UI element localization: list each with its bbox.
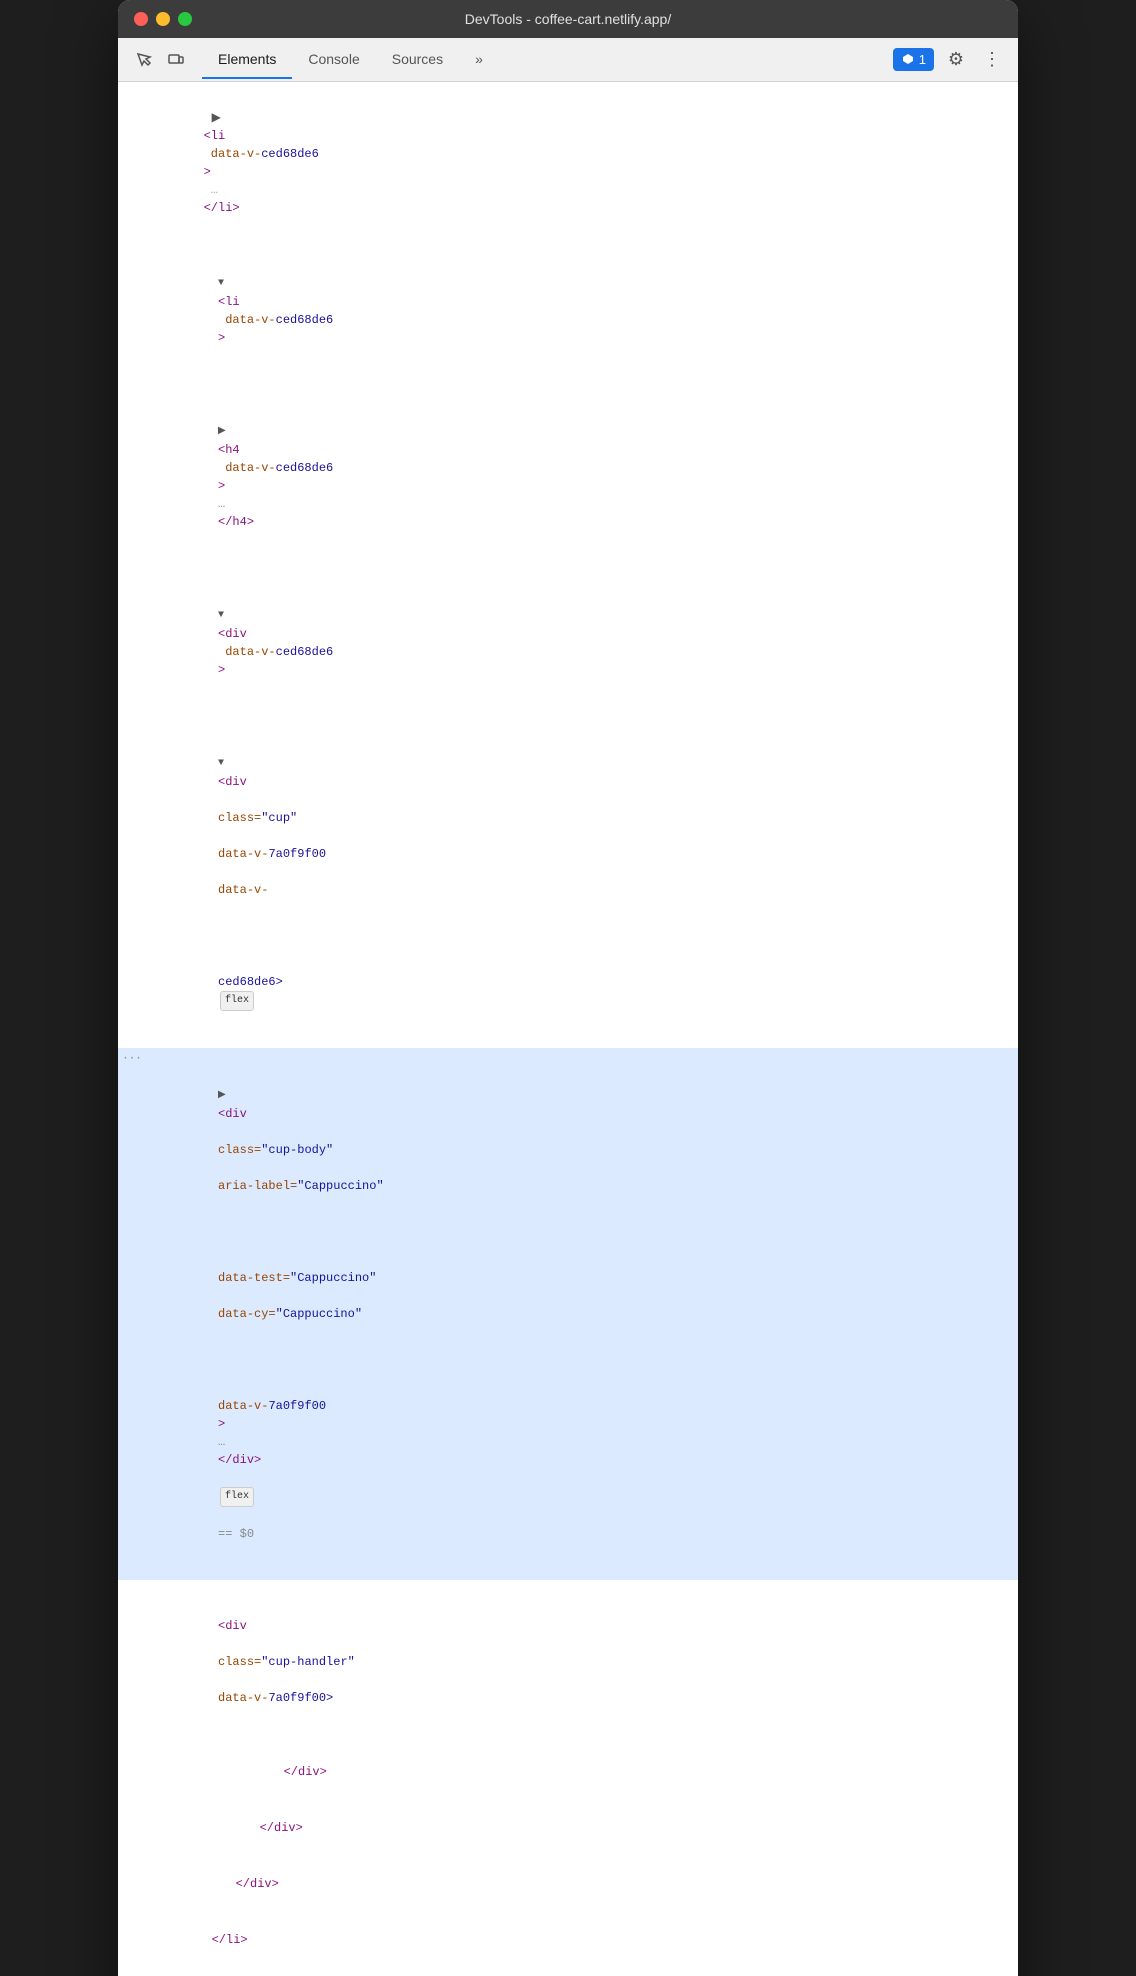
tab-console[interactable]: Console bbox=[292, 41, 375, 79]
main-tabs: Elements Console Sources » bbox=[202, 41, 893, 79]
html-line: </li> bbox=[118, 1912, 1018, 1968]
html-line: </div> bbox=[118, 1856, 1018, 1912]
selected-html-line[interactable]: ··· ▶ <div class="cup-body" aria-label="… bbox=[118, 1048, 1018, 1232]
html-line: ▶ <h4 data-v-ced68de6 > … </h4> bbox=[118, 384, 1018, 568]
inspect-icon[interactable] bbox=[130, 46, 158, 74]
html-line: ▼ <li data-v-ced68de6 > bbox=[118, 236, 1018, 384]
tab-sources[interactable]: Sources bbox=[376, 41, 459, 79]
more-options-icon[interactable]: ⋮ bbox=[978, 46, 1006, 74]
html-line: </div> bbox=[118, 1744, 1018, 1800]
html-line: ced68de6> flex bbox=[118, 936, 1018, 1048]
settings-icon[interactable]: ⚙ bbox=[942, 46, 970, 74]
selected-html-line-cont: data-test="Cappuccino" data-cy="Cappucci… bbox=[118, 1232, 1018, 1360]
tab-more[interactable]: » bbox=[459, 41, 499, 79]
flex-badge-selected[interactable]: flex bbox=[220, 1487, 254, 1507]
close-button[interactable] bbox=[134, 12, 148, 26]
window-title: DevTools - coffee-cart.netlify.app/ bbox=[465, 11, 671, 27]
html-line: <div class="cup-handler" data-v-7a0f9f00… bbox=[118, 1580, 1018, 1744]
title-bar: DevTools - coffee-cart.netlify.app/ bbox=[118, 0, 1018, 38]
flex-badge[interactable]: flex bbox=[220, 991, 254, 1011]
traffic-lights bbox=[134, 12, 192, 26]
html-line: ▼ <div class="cup" data-v-7a0f9f00 data-… bbox=[118, 716, 1018, 936]
elements-panel: ▶ <li data-v-ced68de6 > … </li> ▼ <li da… bbox=[118, 82, 1018, 1976]
html-line: </div> bbox=[118, 1800, 1018, 1856]
devtools-window: DevTools - coffee-cart.netlify.app/ Elem… bbox=[118, 0, 1018, 1976]
toolbar: Elements Console Sources » 1 ⚙ ⋮ bbox=[118, 38, 1018, 82]
html-line: ▶ <li data-v-ced68de6 > … </li> bbox=[118, 90, 1018, 236]
minimize-button[interactable] bbox=[156, 12, 170, 26]
toolbar-right: 1 ⚙ ⋮ bbox=[893, 46, 1006, 74]
tab-elements[interactable]: Elements bbox=[202, 41, 292, 79]
html-line: ▼ <div data-v-ced68de6 > bbox=[118, 568, 1018, 716]
selected-html-line-cont2: data-v-7a0f9f00 > … </div> flex == $0 bbox=[118, 1360, 1018, 1580]
toolbar-icons bbox=[130, 46, 190, 74]
device-toggle-icon[interactable] bbox=[162, 46, 190, 74]
maximize-button[interactable] bbox=[178, 12, 192, 26]
notification-button[interactable]: 1 bbox=[893, 48, 934, 71]
